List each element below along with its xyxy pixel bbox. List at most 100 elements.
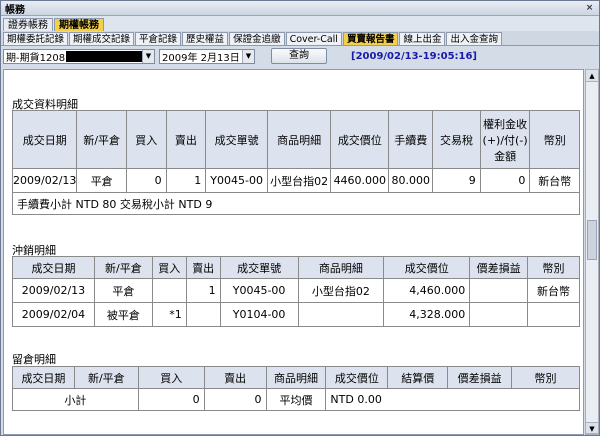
col-header: 結算價 [387, 366, 449, 389]
position-detail-table: 成交日期 新/平倉 買入 賣出 商品明細 成交價位 結算價 價差損益 幣別 小計… [12, 366, 580, 411]
subtotal-sell: 0 [203, 388, 267, 411]
toolbar: 期-期貨1208 ▼ 2009年 2月13日 ▼ 查詢 [2009/02/13-… [1, 46, 599, 66]
cell-currency: 新台幣 [529, 168, 580, 193]
col-header: 成交單號 [205, 110, 268, 169]
table-row: 2009/02/04 被平倉 *1 Y0104-00 4,328.000 [12, 302, 580, 327]
cell-product [297, 302, 385, 327]
cell-pnl [469, 278, 529, 303]
cell-currency: 新台幣 [527, 278, 580, 303]
tab-online-withdraw[interactable]: 線上出金 [399, 32, 446, 45]
sub-tab-bar: 期權委託記錄 期權成交記錄 平倉記錄 歷史權益 保證金追繳 Cover-Call… [1, 31, 599, 46]
col-header: 價差損益 [447, 366, 513, 389]
tab-order-records[interactable]: 期權委託記錄 [3, 32, 69, 45]
tab-futures-options[interactable]: 期權帳務 [54, 18, 104, 31]
offset-detail-table: 成交日期 新/平倉 買入 賣出 成交單號 商品明細 成交價位 價差損益 幣別 2… [12, 256, 580, 327]
subtotal-row: 小計 0 0 平均價 NTD 0.00 [12, 388, 580, 411]
cell-sell: 1 [165, 168, 207, 193]
window-title: 帳務 [5, 4, 25, 16]
tab-trade-records[interactable]: 期權成交記錄 [69, 32, 135, 45]
col-header: 商品明細 [265, 366, 327, 389]
cell-price: 4,328.000 [383, 302, 471, 327]
col-header: 買入 [137, 366, 205, 389]
scroll-down-icon[interactable]: ▼ [586, 422, 598, 434]
col-header: 手續費 [388, 110, 434, 169]
cell-sell: 1 [185, 278, 221, 303]
col-header: 權利金收(+)/付(-)金額 [479, 110, 531, 169]
subtotal-buy: 0 [137, 388, 205, 411]
cell-product: 小型台指02 [266, 168, 332, 193]
tab-fund-query[interactable]: 出入金查詢 [446, 32, 502, 45]
col-header: 商品明細 [266, 110, 332, 169]
cell-product: 小型台指02 [297, 278, 385, 303]
cell-open-close: 被平倉 [93, 302, 153, 327]
cell-date: 2009/02/13 [12, 278, 95, 303]
vertical-scrollbar[interactable]: ▲ ▼ [585, 69, 599, 435]
cell-date: 2009/02/13 [11, 168, 78, 193]
col-header: 新/平倉 [73, 366, 139, 389]
col-header: 成交日期 [12, 256, 95, 279]
cell-price: 4,460.000 [383, 278, 471, 303]
table-row: 2009/02/13 平倉 1 Y0045-00 小型台指02 4,460.00… [12, 278, 580, 303]
scroll-up-icon[interactable]: ▲ [586, 70, 598, 82]
cell-open-close: 平倉 [93, 278, 153, 303]
tab-cover-call[interactable]: Cover-Call [285, 32, 342, 45]
tab-close-records[interactable]: 平倉記錄 [135, 32, 182, 45]
chevron-down-icon[interactable]: ▼ [142, 49, 154, 63]
cell-date: 2009/02/04 [12, 302, 95, 327]
col-header: 成交價位 [325, 366, 389, 389]
date-picker[interactable]: 2009年 2月13日 ▼ [159, 48, 255, 64]
cell-fee: 80.000 [388, 168, 434, 193]
position-detail-title: 留倉明細 [12, 353, 56, 366]
cell-order-no: Y0045-00 [219, 278, 299, 303]
tab-history-equity[interactable]: 歷史權益 [182, 32, 229, 45]
cell-buy [151, 278, 187, 303]
cell-price: 4460.000 [330, 168, 390, 193]
cell-buy: 0 [125, 168, 167, 193]
col-header: 成交價位 [383, 256, 471, 279]
redacted-block [66, 50, 149, 62]
subtotal-label: 小計 [12, 388, 139, 411]
timestamp: [2009/02/13-19:05:16] [351, 50, 478, 62]
top-tab-bar: 證券帳務 期權帳務 [1, 16, 599, 31]
col-header: 賣出 [185, 256, 221, 279]
scroll-thumb[interactable] [587, 220, 597, 260]
cell-premium: 0 [479, 168, 531, 193]
title-bar: 帳務 × [1, 1, 599, 16]
col-header: 成交日期 [11, 110, 78, 169]
table-row: 2009/02/13 平倉 0 1 Y0045-00 小型台指02 4460.0… [11, 168, 580, 193]
col-header: 成交價位 [330, 110, 390, 169]
col-header: 幣別 [527, 256, 580, 279]
cell-sell [185, 302, 221, 327]
chevron-down-icon[interactable]: ▼ [242, 49, 254, 63]
account-select[interactable]: 期-期貨1208 ▼ [3, 48, 155, 64]
account-value: 期-期貨1208 [6, 52, 66, 64]
cell-tax: 9 [432, 168, 481, 193]
query-button[interactable]: 查詢 [271, 48, 327, 64]
col-header: 商品明細 [297, 256, 385, 279]
col-header: 價差損益 [469, 256, 529, 279]
col-header: 賣出 [203, 366, 267, 389]
col-header: 成交單號 [219, 256, 299, 279]
tab-trade-report[interactable]: 買賣報告書 [342, 32, 399, 45]
cell-order-no: Y0104-00 [219, 302, 299, 327]
col-header: 賣出 [165, 110, 207, 169]
col-header: 買入 [125, 110, 167, 169]
trade-detail-table: 成交日期 新/平倉 買入 賣出 成交單號 商品明細 成交價位 手續費 交易稅 權… [11, 110, 580, 215]
close-icon[interactable]: × [583, 2, 596, 14]
account-window: 帳務 × 證券帳務 期權帳務 期權委託記錄 期權成交記錄 平倉記錄 歷史權益 保… [0, 0, 600, 436]
avg-price-value: NTD 0.00 [325, 388, 580, 411]
tab-securities[interactable]: 證券帳務 [3, 18, 53, 31]
report-panel: 成交資料明細 成交日期 新/平倉 買入 賣出 成交單號 商品明細 成交價位 手續… [3, 69, 584, 435]
col-header: 交易稅 [432, 110, 481, 169]
col-header: 新/平倉 [93, 256, 153, 279]
fee-summary: 手續費小計 NTD 80 交易稅小計 NTD 9 [12, 192, 580, 215]
cell-order-no: Y0045-00 [205, 168, 268, 193]
cell-open-close: 平倉 [76, 168, 127, 193]
col-header: 成交日期 [12, 366, 75, 389]
cell-buy: *1 [151, 302, 187, 327]
tab-margin-call[interactable]: 保證金追繳 [229, 32, 285, 45]
col-header: 新/平倉 [76, 110, 127, 169]
col-header: 幣別 [529, 110, 580, 169]
col-header: 幣別 [511, 366, 580, 389]
avg-price-label: 平均價 [265, 388, 327, 411]
